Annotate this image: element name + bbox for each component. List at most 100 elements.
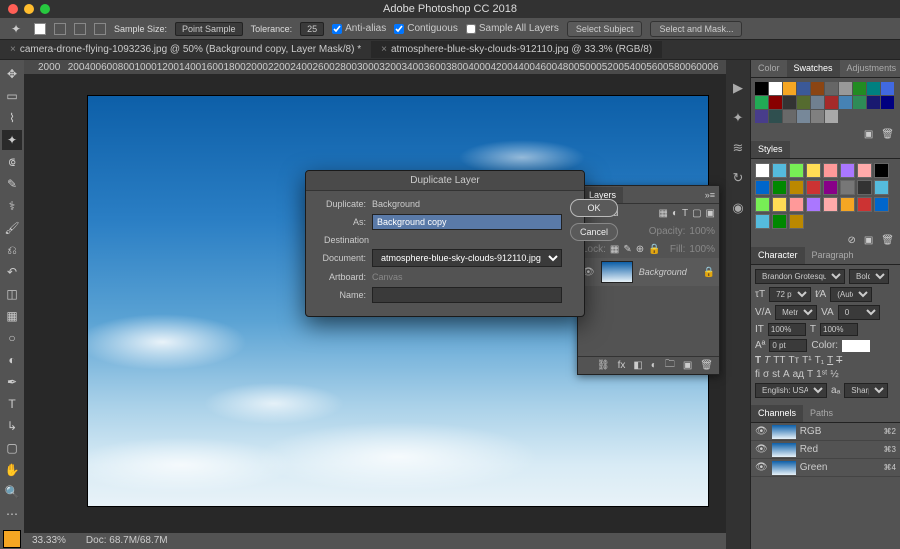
style-item[interactable] bbox=[772, 197, 787, 212]
as-input[interactable] bbox=[372, 214, 562, 230]
close-icon[interactable]: × bbox=[381, 44, 387, 55]
swatch-item[interactable] bbox=[755, 110, 768, 123]
allcaps-icon[interactable]: TT bbox=[773, 355, 785, 366]
italic-icon[interactable]: T bbox=[764, 355, 770, 366]
ok-button[interactable]: OK bbox=[570, 199, 618, 217]
style-item[interactable] bbox=[806, 197, 821, 212]
lasso-tool[interactable]: ⌇ bbox=[2, 108, 22, 128]
eraser-tool[interactable]: ◫ bbox=[2, 284, 22, 304]
style-item[interactable] bbox=[755, 214, 770, 229]
lock-all-icon[interactable]: 🔒 bbox=[648, 244, 660, 255]
pen-tool[interactable]: ✒ bbox=[2, 372, 22, 392]
lock-paint-icon[interactable]: ✎ bbox=[623, 244, 631, 255]
swatch-item[interactable] bbox=[881, 82, 894, 95]
swatch-item[interactable] bbox=[881, 96, 894, 109]
swatch-item[interactable] bbox=[797, 110, 810, 123]
font-size-select[interactable]: 72 pt bbox=[769, 287, 811, 302]
brush-icon[interactable]: ≋ bbox=[733, 140, 744, 156]
swatch-item[interactable] bbox=[769, 82, 782, 95]
adjustment-layer-icon[interactable]: ◐ bbox=[651, 360, 657, 371]
subscript-icon[interactable]: T₁ bbox=[815, 355, 824, 366]
close-window[interactable] bbox=[8, 4, 18, 14]
delete-layer-icon[interactable]: 🗑 bbox=[700, 360, 713, 371]
tracking-select[interactable]: 0 bbox=[838, 305, 880, 320]
hand-tool[interactable]: ✋ bbox=[2, 460, 22, 480]
path-tool[interactable]: ↳ bbox=[2, 416, 22, 436]
selection-subtract-icon[interactable] bbox=[74, 23, 86, 35]
style-item[interactable] bbox=[840, 180, 855, 195]
style-item[interactable] bbox=[772, 214, 787, 229]
filter-smart-icon[interactable]: ▣ bbox=[706, 208, 715, 219]
language-select[interactable]: English: USA bbox=[755, 383, 827, 398]
style-item[interactable] bbox=[772, 180, 787, 195]
type-tool[interactable]: T bbox=[2, 394, 22, 414]
group-icon[interactable]: 🗀 bbox=[665, 357, 675, 374]
swatch-item[interactable] bbox=[853, 96, 866, 109]
style-item[interactable] bbox=[823, 197, 838, 212]
style-item[interactable] bbox=[772, 163, 787, 178]
filter-adj-icon[interactable]: ◐ bbox=[672, 208, 678, 219]
layer-name[interactable]: Background bbox=[639, 267, 687, 277]
history-brush-tool[interactable]: ↶ bbox=[2, 262, 22, 282]
style-item[interactable] bbox=[840, 197, 855, 212]
tab-paths[interactable]: Paths bbox=[803, 405, 840, 422]
style-item[interactable] bbox=[874, 163, 889, 178]
cancel-button[interactable]: Cancel bbox=[570, 223, 618, 241]
leading-select[interactable]: (Auto) bbox=[830, 287, 872, 302]
foreground-color[interactable] bbox=[3, 530, 21, 548]
new-style-icon[interactable]: ▣ bbox=[864, 235, 873, 246]
style-item[interactable] bbox=[857, 163, 872, 178]
underline-icon[interactable]: T bbox=[827, 355, 833, 366]
swatch-item[interactable] bbox=[783, 110, 796, 123]
dodge-tool[interactable]: ◐ bbox=[2, 350, 22, 370]
style-item[interactable] bbox=[857, 197, 872, 212]
play-icon[interactable]: ▶ bbox=[733, 80, 743, 96]
tab-channels[interactable]: Channels bbox=[751, 405, 803, 422]
document-select[interactable]: atmosphere-blue-sky-clouds-912110.jpg bbox=[372, 249, 562, 267]
channel-row[interactable]: 👁RGB⌘2 bbox=[751, 423, 900, 441]
superscript-icon[interactable]: T¹ bbox=[802, 355, 811, 366]
filter-type-icon[interactable]: T bbox=[682, 208, 688, 219]
style-item[interactable] bbox=[755, 163, 770, 178]
style-item[interactable] bbox=[806, 163, 821, 178]
visibility-icon[interactable]: 👁 bbox=[755, 426, 768, 437]
shape-tool[interactable]: ▢ bbox=[2, 438, 22, 458]
style-item[interactable] bbox=[874, 180, 889, 195]
maximize-window[interactable] bbox=[40, 4, 50, 14]
minimize-window[interactable] bbox=[24, 4, 34, 14]
style-item[interactable] bbox=[806, 180, 821, 195]
select-subject-button[interactable]: Select Subject bbox=[567, 21, 643, 37]
sample-all-checkbox[interactable]: Sample All Layers bbox=[466, 23, 559, 34]
swatch-item[interactable] bbox=[839, 96, 852, 109]
kerning-select[interactable]: Metrics bbox=[775, 305, 817, 320]
libraries-icon[interactable]: ◉ bbox=[732, 200, 743, 216]
style-item[interactable] bbox=[789, 214, 804, 229]
clear-style-icon[interactable]: ⊘ bbox=[847, 235, 855, 246]
swatch-item[interactable] bbox=[839, 82, 852, 95]
swatch-item[interactable] bbox=[825, 110, 838, 123]
delete-swatch-icon[interactable]: 🗑 bbox=[881, 129, 894, 140]
sample-size-select[interactable]: Point Sample bbox=[175, 22, 243, 36]
swatch-item[interactable] bbox=[769, 110, 782, 123]
text-color-swatch[interactable] bbox=[842, 340, 870, 352]
filter-shape-icon[interactable]: ▢ bbox=[692, 208, 701, 219]
swatch-item[interactable] bbox=[797, 96, 810, 109]
zoom-tool[interactable]: 🔍 bbox=[2, 482, 22, 502]
channel-row[interactable]: 👁Green⌘4 bbox=[751, 459, 900, 477]
swatch-item[interactable] bbox=[755, 82, 768, 95]
swash-icon[interactable]: T bbox=[807, 369, 813, 380]
fractions-icon[interactable]: aд bbox=[793, 369, 804, 380]
sparkle-icon[interactable]: ✦ bbox=[733, 110, 744, 126]
half-icon[interactable]: ½ bbox=[830, 369, 838, 380]
hscale-input[interactable] bbox=[820, 323, 858, 336]
channel-row[interactable]: 👁Red⌘3 bbox=[751, 441, 900, 459]
tab-styles[interactable]: Styles bbox=[751, 141, 790, 158]
style-item[interactable] bbox=[755, 197, 770, 212]
style-item[interactable] bbox=[755, 180, 770, 195]
font-weight-select[interactable]: Bold bbox=[849, 269, 889, 284]
style-item[interactable] bbox=[857, 180, 872, 195]
swatch-item[interactable] bbox=[867, 96, 880, 109]
layer-mask-icon[interactable]: ◧ bbox=[633, 360, 642, 371]
blur-tool[interactable]: ○ bbox=[2, 328, 22, 348]
panel-menu-icon[interactable]: »≡ bbox=[705, 190, 715, 200]
